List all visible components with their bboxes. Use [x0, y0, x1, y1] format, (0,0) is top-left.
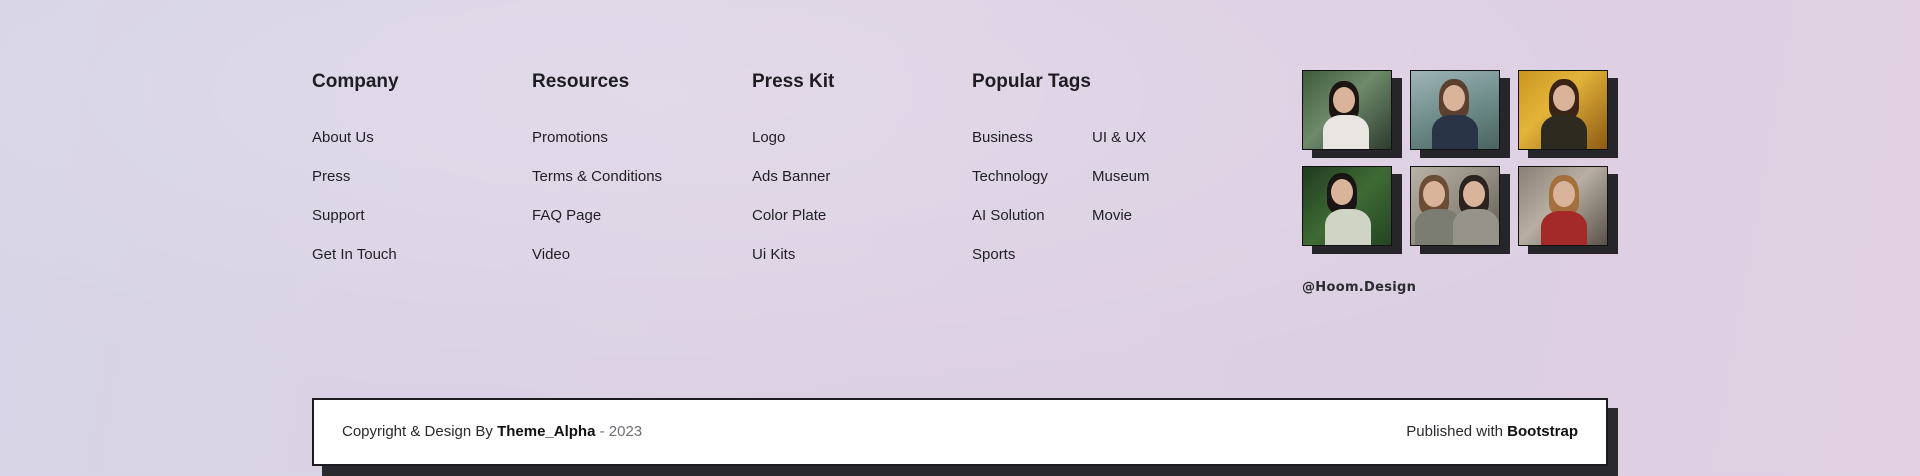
column-title-company: Company: [312, 71, 399, 92]
link-faq-page[interactable]: FAQ Page: [532, 206, 662, 245]
bootstrap-link[interactable]: Bootstrap: [1507, 423, 1578, 440]
tag-movie[interactable]: Movie: [1092, 206, 1212, 245]
copyright-separator: -: [595, 423, 609, 440]
published-prefix: Published with: [1406, 423, 1503, 440]
link-logo[interactable]: Logo: [752, 128, 834, 167]
gallery-thumb-4[interactable]: [1302, 166, 1402, 254]
gallery-thumb-6[interactable]: [1518, 166, 1618, 254]
photo-woman-autumn-leaves: [1518, 70, 1608, 150]
tag-business[interactable]: Business: [972, 128, 1092, 167]
press-kit-link-list: Logo Ads Banner Color Plate Ui Kits: [752, 128, 834, 284]
column-title-resources: Resources: [532, 71, 630, 92]
footer-column-company: Company About Us Press Support Get In To…: [312, 70, 399, 284]
instagram-handle-link[interactable]: @Hoom.Design: [1302, 280, 1416, 295]
tag-list: Business UI & UX Technology Museum AI So…: [972, 128, 1212, 284]
footer-column-popular-tags: Popular Tags Business UI & UX Technology…: [972, 70, 1212, 284]
copyright-prefix: Copyright & Design By: [342, 423, 493, 440]
copyright-year: 2023: [608, 423, 643, 440]
company-link-list: About Us Press Support Get In Touch: [312, 128, 399, 284]
gallery-thumb-3[interactable]: [1518, 70, 1618, 158]
link-terms-conditions[interactable]: Terms & Conditions: [532, 167, 662, 206]
copyright-text: Copyright & Design By Theme_Alpha - 2023: [342, 423, 642, 440]
photo-woman-dark-hair-cafe: [1302, 70, 1392, 150]
gallery-thumb-1[interactable]: [1302, 70, 1402, 158]
column-title-press-kit: Press Kit: [752, 71, 835, 92]
photo-couple-sitting: [1410, 166, 1500, 246]
photo-woman-red-scarf: [1518, 166, 1608, 246]
photo-woman-navy-sweater: [1410, 70, 1500, 150]
tag-ai-solution[interactable]: AI Solution: [972, 206, 1092, 245]
footer-column-press-kit: Press Kit Logo Ads Banner Color Plate Ui…: [752, 70, 834, 284]
resources-link-list: Promotions Terms & Conditions FAQ Page V…: [532, 128, 662, 284]
copyright-brand-link[interactable]: Theme_Alpha: [497, 423, 595, 440]
footer-column-resources: Resources Promotions Terms & Conditions …: [532, 70, 662, 284]
tag-technology[interactable]: Technology: [972, 167, 1092, 206]
link-video[interactable]: Video: [532, 245, 662, 284]
gallery-thumb-2[interactable]: [1410, 70, 1510, 158]
link-get-in-touch[interactable]: Get In Touch: [312, 245, 399, 284]
published-with-text: Published with Bootstrap: [1406, 423, 1578, 440]
link-ui-kits[interactable]: Ui Kits: [752, 245, 834, 284]
link-press[interactable]: Press: [312, 167, 399, 206]
photo-woman-floral-dress-park: [1302, 166, 1392, 246]
copyright-box: Copyright & Design By Theme_Alpha - 2023…: [312, 398, 1608, 466]
link-promotions[interactable]: Promotions: [532, 128, 662, 167]
link-support[interactable]: Support: [312, 206, 399, 245]
gallery-thumb-5[interactable]: [1410, 166, 1510, 254]
link-color-plate[interactable]: Color Plate: [752, 206, 834, 245]
tag-museum[interactable]: Museum: [1092, 167, 1212, 206]
link-ads-banner[interactable]: Ads Banner: [752, 167, 834, 206]
copyright-bar: Copyright & Design By Theme_Alpha - 2023…: [312, 398, 1618, 476]
link-about-us[interactable]: About Us: [312, 128, 399, 167]
tag-sports[interactable]: Sports: [972, 245, 1092, 284]
tag-ui-ux[interactable]: UI & UX: [1092, 128, 1212, 167]
column-title-popular-tags: Popular Tags: [972, 71, 1091, 92]
